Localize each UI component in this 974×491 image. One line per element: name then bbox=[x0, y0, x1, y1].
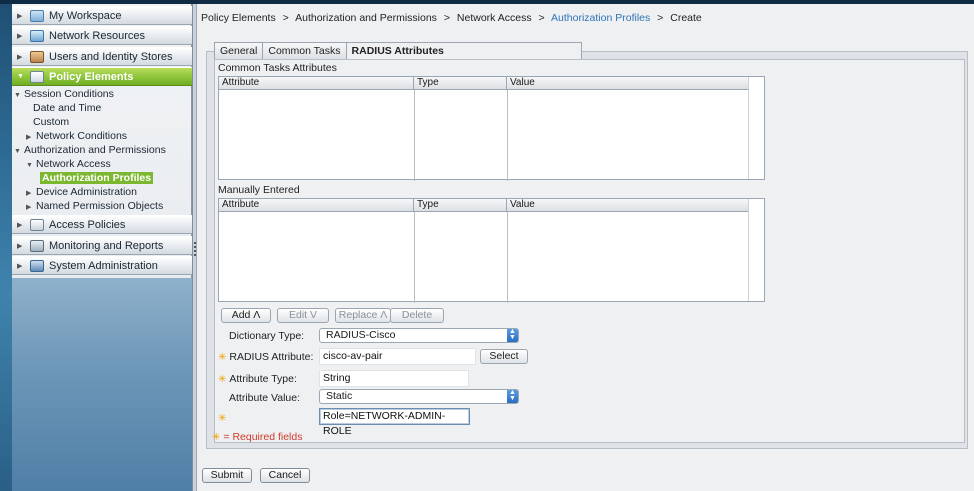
expand-arrow-icon: ▶ bbox=[17, 242, 23, 250]
collapse-arrow-icon: ▼ bbox=[14, 148, 21, 155]
edit-button[interactable]: Edit V bbox=[277, 308, 329, 323]
drawer-policy-elements[interactable]: ▼ Policy Elements bbox=[12, 67, 192, 86]
drawer-network-resources[interactable]: ▶ Network Resources bbox=[12, 26, 192, 45]
required-star-icon: ✳ bbox=[218, 374, 227, 385]
expand-arrow-icon: ▶ bbox=[17, 32, 23, 40]
drawer-label: Access Policies bbox=[49, 218, 126, 231]
select-button[interactable]: Select bbox=[480, 349, 528, 364]
replace-button[interactable]: Replace Λ bbox=[335, 308, 391, 323]
column-header-value[interactable]: Value bbox=[507, 77, 749, 90]
monitoring-icon bbox=[30, 239, 44, 252]
tab-radius-attributes[interactable]: RADIUS Attributes bbox=[345, 42, 582, 60]
manual-attributes-grid[interactable]: Attribute Type Value bbox=[218, 198, 765, 303]
breadcrumb-link[interactable]: Authorization Profiles bbox=[551, 12, 650, 24]
add-button[interactable]: Add Λ bbox=[221, 308, 271, 323]
collapse-arrow-icon: ▼ bbox=[17, 73, 24, 80]
expand-arrow-icon: ▶ bbox=[26, 204, 32, 211]
common-tasks-title: Common Tasks Attributes bbox=[218, 62, 337, 74]
drawer-label: Network Resources bbox=[49, 29, 145, 42]
radius-attribute-field[interactable]: cisco-av-pair bbox=[319, 348, 476, 365]
value-star: ✳ bbox=[218, 412, 229, 424]
submit-button[interactable]: Submit bbox=[202, 468, 252, 483]
tree-network-access[interactable]: ▼ Network Access bbox=[26, 158, 111, 171]
drawer-label: Monitoring and Reports bbox=[49, 239, 164, 252]
required-fields-note: ✳ = Required fields bbox=[212, 431, 303, 443]
cancel-button[interactable]: Cancel bbox=[260, 468, 310, 483]
breadcrumb-item[interactable]: Authorization and Permissions bbox=[295, 12, 437, 24]
workspace-icon bbox=[30, 9, 44, 22]
breadcrumb: Policy Elements > Authorization and Perm… bbox=[201, 12, 702, 24]
sidebar-background bbox=[12, 278, 192, 491]
tab-general[interactable]: General bbox=[214, 42, 264, 59]
network-resources-icon bbox=[30, 29, 44, 42]
required-star-icon: ✳ bbox=[218, 413, 227, 424]
expand-arrow-icon: ▶ bbox=[26, 190, 32, 197]
grid-header: Attribute Type Value bbox=[219, 199, 749, 212]
required-star-icon: ✳ bbox=[218, 352, 227, 363]
tree-network-conditions[interactable]: ▶ Network Conditions bbox=[26, 130, 127, 143]
dictionary-type-label: Dictionary Type: bbox=[229, 330, 305, 342]
breadcrumb-current: Create bbox=[670, 12, 702, 24]
dictionary-type-select[interactable]: RADIUS-Cisco ▲ ▼ bbox=[319, 328, 519, 343]
manual-grid-title: Manually Entered bbox=[218, 184, 300, 196]
tree-authz-permissions[interactable]: ▼ Authorization and Permissions bbox=[14, 144, 166, 157]
collapse-arrow-icon: ▼ bbox=[14, 92, 21, 99]
tree-date-time[interactable]: Date and Time bbox=[33, 102, 101, 115]
expand-arrow-icon: ▶ bbox=[26, 134, 32, 141]
tree-named-permission-objects[interactable]: ▶ Named Permission Objects bbox=[26, 200, 163, 213]
delete-button[interactable]: Delete bbox=[390, 308, 444, 323]
drawer-monitoring-reports[interactable]: ▶ Monitoring and Reports bbox=[12, 236, 192, 255]
grid-header: Attribute Type Value bbox=[219, 77, 749, 90]
users-icon bbox=[30, 50, 44, 63]
splitter-grip-icon bbox=[194, 242, 196, 256]
drawer-label: Policy Elements bbox=[49, 70, 134, 83]
select-value: Static bbox=[326, 390, 353, 402]
breadcrumb-item[interactable]: Network Access bbox=[457, 12, 532, 24]
policy-elements-icon bbox=[30, 70, 44, 83]
expand-arrow-icon: ▶ bbox=[17, 262, 23, 270]
drawer-label: Users and Identity Stores bbox=[49, 50, 173, 63]
tree-device-admin[interactable]: ▶ Device Administration bbox=[26, 186, 137, 199]
select-value: RADIUS-Cisco bbox=[326, 329, 396, 341]
tab-bar: General Common Tasks RADIUS Attributes bbox=[214, 42, 582, 60]
drawer-my-workspace[interactable]: ▶ My Workspace bbox=[12, 6, 192, 25]
column-header-type[interactable]: Type bbox=[414, 199, 507, 212]
drawer-users-identity-stores[interactable]: ▶ Users and Identity Stores bbox=[12, 47, 192, 66]
radius-attribute-label: ✳ RADIUS Attribute: bbox=[218, 351, 314, 363]
grid-scrollbar[interactable] bbox=[748, 199, 764, 301]
drawer-access-policies[interactable]: ▶ Access Policies bbox=[12, 215, 192, 234]
attribute-value-select[interactable]: Static ▲ ▼ bbox=[319, 389, 519, 404]
tree-authz-profiles[interactable]: Authorization Profiles bbox=[40, 172, 154, 185]
attribute-type-label: ✳ Attribute Type: bbox=[218, 373, 297, 385]
breadcrumb-item[interactable]: Policy Elements bbox=[201, 12, 276, 24]
column-header-attribute[interactable]: Attribute bbox=[219, 199, 414, 212]
attribute-value-input[interactable]: Role=NETWORK-ADMIN-ROLE bbox=[319, 408, 470, 437]
tree-session-conditions[interactable]: ▼ Session Conditions bbox=[14, 88, 114, 101]
column-header-attribute[interactable]: Attribute bbox=[219, 77, 414, 90]
attribute-value-label: Attribute Value: bbox=[229, 392, 301, 404]
attribute-type-field: String bbox=[319, 370, 469, 387]
grid-scrollbar[interactable] bbox=[748, 77, 764, 179]
column-header-value[interactable]: Value bbox=[507, 199, 749, 212]
system-admin-icon bbox=[30, 259, 44, 272]
expand-arrow-icon: ▶ bbox=[17, 53, 23, 61]
common-tasks-grid[interactable]: Attribute Type Value bbox=[218, 76, 765, 181]
access-policies-icon bbox=[30, 218, 44, 231]
tree-custom[interactable]: Custom bbox=[33, 116, 69, 129]
expand-arrow-icon: ▶ bbox=[17, 221, 23, 229]
select-arrows-icon: ▲ ▼ bbox=[507, 389, 518, 403]
tab-common-tasks[interactable]: Common Tasks bbox=[262, 42, 347, 59]
drawer-label: My Workspace bbox=[49, 9, 122, 22]
drawer-system-administration[interactable]: ▶ System Administration bbox=[12, 256, 192, 275]
required-star-icon: ✳ bbox=[212, 432, 221, 443]
main-content: Policy Elements > Authorization and Perm… bbox=[197, 4, 974, 491]
collapse-arrow-icon: ▼ bbox=[26, 162, 33, 169]
drawer-label: System Administration bbox=[49, 259, 158, 272]
expand-arrow-icon: ▶ bbox=[17, 12, 23, 20]
select-arrows-icon: ▲ ▼ bbox=[507, 328, 518, 342]
column-header-type[interactable]: Type bbox=[414, 77, 507, 90]
